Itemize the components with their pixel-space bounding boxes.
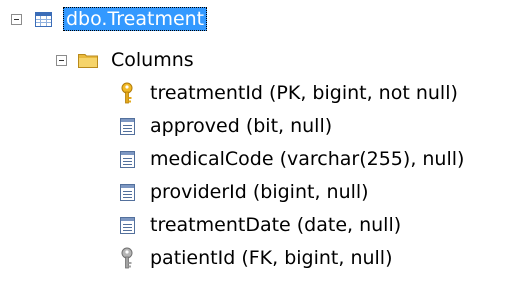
column-icon xyxy=(117,116,137,136)
column-node-providerid[interactable]: providerId (bigint, null) xyxy=(117,177,372,207)
primary-key-icon xyxy=(117,82,137,104)
column-label[interactable]: approved (bit, null) xyxy=(147,114,335,138)
column-label[interactable]: treatmentId (PK, bigint, not null) xyxy=(147,81,461,105)
column-icon xyxy=(117,215,137,235)
column-node-patientid[interactable]: patientId (FK, bigint, null) xyxy=(117,243,396,273)
foreign-key-icon xyxy=(117,247,137,269)
collapse-table-toggle[interactable] xyxy=(11,13,22,25)
column-icon xyxy=(117,182,137,202)
columns-folder-label[interactable]: Columns xyxy=(108,48,197,72)
column-node-treatmentdate[interactable]: treatmentDate (date, null) xyxy=(117,210,404,240)
column-label[interactable]: patientId (FK, bigint, null) xyxy=(147,246,396,270)
table-icon xyxy=(33,9,53,29)
tree-node-columns-folder[interactable]: Columns xyxy=(56,45,197,75)
tree-node-table[interactable]: dbo.Treatment xyxy=(11,4,208,34)
collapse-columns-toggle[interactable] xyxy=(56,54,67,66)
column-node-medicalcode[interactable]: medicalCode (varchar(255), null) xyxy=(117,144,467,174)
column-label[interactable]: treatmentDate (date, null) xyxy=(147,213,404,237)
column-label[interactable]: medicalCode (varchar(255), null) xyxy=(147,147,467,171)
column-icon xyxy=(117,149,137,169)
folder-icon xyxy=(78,50,98,70)
column-label[interactable]: providerId (bigint, null) xyxy=(147,180,372,204)
column-node-treatmentid[interactable]: treatmentId (PK, bigint, not null) xyxy=(117,78,461,108)
table-name-label[interactable]: dbo.Treatment xyxy=(63,7,208,31)
column-node-approved[interactable]: approved (bit, null) xyxy=(117,111,335,141)
